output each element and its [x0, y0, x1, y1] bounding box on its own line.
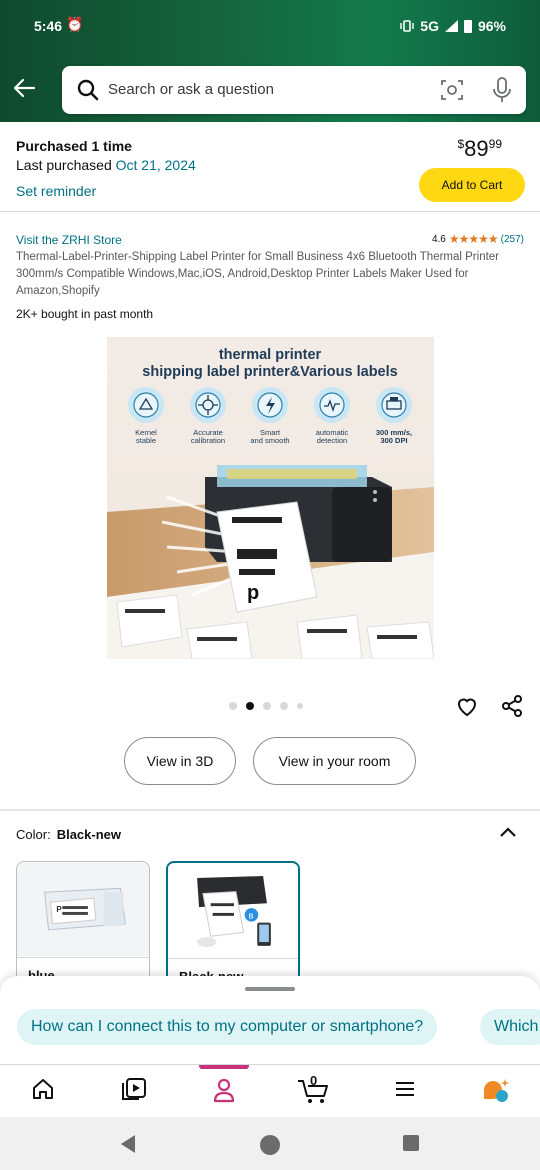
ask-suggestions-sheet: How can I connect this to my computer or… [0, 976, 540, 1064]
search-input[interactable]: Search or ask a question [108, 81, 274, 98]
feature-5-line2: 300 DPI [380, 436, 407, 445]
feature-2-line2: calibration [191, 436, 225, 445]
star-rating-icon: ★★★★★ [448, 232, 499, 246]
search-icon [77, 79, 99, 101]
svg-text:p: p [247, 582, 259, 604]
wishlist-heart-icon[interactable] [455, 694, 479, 718]
product-title: Thermal-Label-Printer-Shipping Label Pri… [16, 251, 500, 297]
product-image[interactable]: thermal printer shipping label printer&V… [107, 337, 434, 659]
rating-summary[interactable]: 4.6 ★★★★★ (257) [432, 232, 524, 246]
feature-1-line2: stable [136, 436, 156, 445]
color-label: Color: [16, 827, 51, 842]
status-time: 5:46 [34, 18, 63, 34]
last-purchased: Last purchased Oct 21, 2024 [16, 157, 196, 173]
battery-level: 96% [477, 18, 506, 34]
carousel-dot[interactable] [297, 703, 303, 709]
system-back-icon[interactable] [119, 1134, 137, 1154]
price-fraction: 99 [488, 137, 502, 151]
back-button[interactable] [12, 76, 36, 103]
active-tab-indicator [199, 1065, 249, 1069]
bought-count: 2K+ bought in past month [16, 307, 154, 321]
section-divider [0, 809, 540, 811]
app-header: 5:46 ⏰ 5G 96% Search or ask a question [0, 0, 540, 122]
svg-text:P: P [56, 905, 61, 914]
carousel-dot[interactable] [263, 702, 271, 710]
color-option-black-new[interactable]: ʙ Black-new [166, 861, 300, 991]
price-symbol: $ [457, 137, 465, 151]
review-count[interactable]: (257) [501, 234, 524, 245]
battery-icon [463, 19, 472, 33]
chevron-up-icon[interactable] [498, 824, 518, 840]
blue-printer-thumbnail: P [17, 862, 149, 957]
view-in-3d-button[interactable]: View in 3D [124, 737, 236, 785]
svg-text:ʙ: ʙ [249, 912, 254, 922]
black-printer-thumbnail: ʙ [168, 864, 298, 957]
system-recents-icon[interactable] [402, 1134, 420, 1152]
status-indicators: 5G 96% [400, 18, 506, 34]
bottom-navigation: 0 [0, 1064, 540, 1117]
image-carousel-dots[interactable] [229, 702, 303, 710]
search-bar[interactable]: Search or ask a question [62, 66, 526, 114]
system-navigation-bar [0, 1117, 540, 1170]
color-option-blue[interactable]: P blue [16, 861, 150, 991]
selected-color: Black-new [56, 827, 121, 842]
last-purchased-date[interactable]: Oct 21, 2024 [116, 157, 196, 173]
account-icon[interactable] [212, 1077, 236, 1103]
microphone-icon[interactable] [490, 76, 514, 104]
view-in-room-button[interactable]: View in your room [253, 737, 416, 785]
last-purchased-label: Last purchased [16, 157, 112, 173]
feature-3-line2: and smooth [250, 436, 289, 445]
drag-handle[interactable] [245, 987, 295, 991]
camera-search-icon[interactable] [440, 78, 464, 102]
rating-value: 4.6 [431, 233, 446, 245]
purchase-history: Purchased 1 time Last purchased Oct 21, … [0, 122, 540, 212]
carousel-dot[interactable] [229, 702, 237, 710]
add-to-cart-button[interactable]: Add to Cart [419, 168, 525, 202]
carousel-dot-active[interactable] [246, 702, 254, 710]
share-icon[interactable] [500, 694, 524, 718]
set-reminder-link[interactable]: Set reminder [16, 183, 96, 199]
menu-icon[interactable] [393, 1077, 417, 1101]
feature-4-line2: detection [317, 436, 347, 445]
signal-icon [444, 20, 458, 32]
cart-button[interactable]: 0 [297, 1073, 331, 1105]
store-link[interactable]: Visit the ZRHI Store [16, 233, 122, 247]
purchase-count: Purchased 1 time [16, 138, 132, 154]
alarm-icon: ⏰ [66, 16, 84, 32]
system-home-icon[interactable] [259, 1134, 281, 1156]
network-label: 5G [420, 18, 439, 34]
price: $8999 [457, 136, 502, 162]
suggested-question-chip[interactable]: Which [480, 1009, 540, 1045]
suggested-question-chip[interactable]: How can I connect this to my computer or… [17, 1009, 438, 1045]
home-icon[interactable] [31, 1077, 55, 1101]
back-arrow-icon [13, 78, 36, 98]
vibrate-icon [400, 20, 414, 32]
rufus-assistant-icon[interactable] [482, 1077, 510, 1103]
price-whole: 89 [464, 136, 489, 161]
color-selector-label: Color: Black-new [16, 827, 121, 842]
carousel-dot[interactable] [280, 702, 288, 710]
image-headline-1: thermal printer [219, 347, 322, 363]
image-headline-2: shipping label printer&Various labels [142, 364, 397, 380]
status-bar: 5:46 ⏰ 5G 96% [0, 0, 540, 54]
cart-count: 0 [310, 1073, 318, 1088]
video-icon[interactable] [121, 1077, 147, 1101]
